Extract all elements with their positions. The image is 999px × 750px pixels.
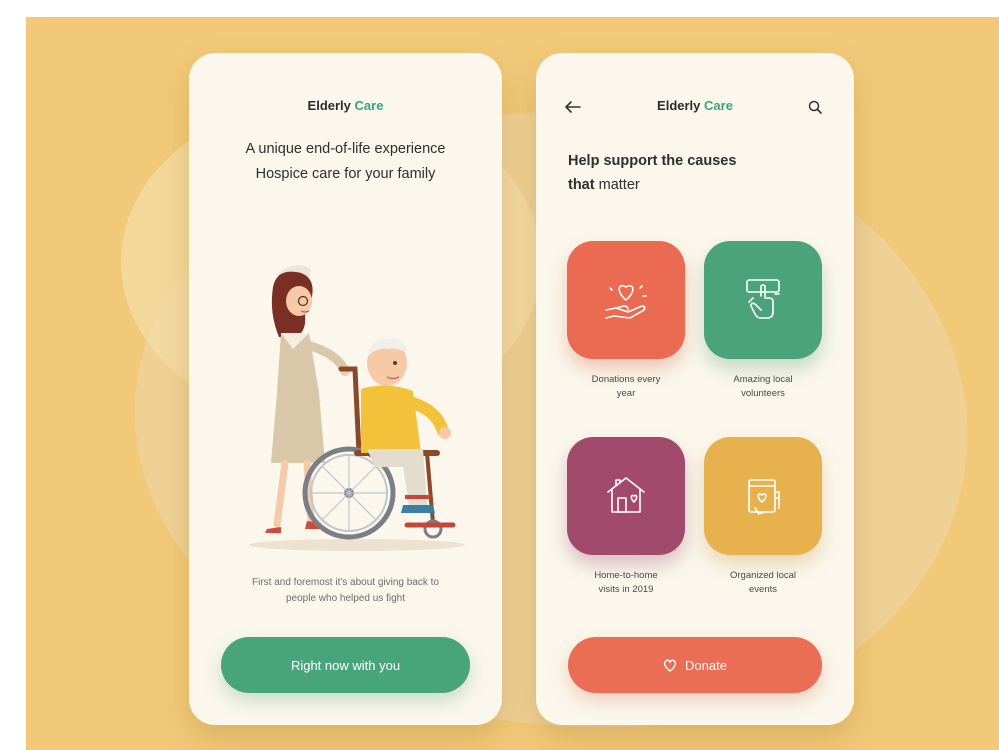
heart-in-hand-icon [605,284,647,319]
tagline-line-1: A unique end-of-life experience [245,141,446,157]
cause-label-line-2: year [616,388,636,399]
cause-label-line-2: volunteers [741,388,785,399]
cause-card-home-visits[interactable]: Home-to-home visits in 2019 [566,437,686,597]
headline-bold-word: that [568,177,595,193]
cause-tile[interactable] [567,241,685,359]
cause-tile[interactable] [567,437,685,555]
brand-name: Elderly [657,98,701,113]
causes-screen: Elderly Care Help support the causes tha… [536,53,854,725]
cause-tile[interactable] [704,241,822,359]
nurse-wheelchair-illustration [249,265,465,551]
cause-label-line-2: events [749,584,777,595]
footer-line-1: First and foremost it's about giving bac… [252,577,439,588]
donate-button[interactable]: Donate [568,637,822,693]
headline-line-2: that matter [568,173,798,197]
cause-label: Home-to-home visits in 2019 [566,569,686,597]
showcase-background: Elderly Care A unique end-of-life experi… [26,17,999,750]
brand-accent: Care [354,98,384,113]
cause-label-line-1: Donations every [591,374,661,385]
cause-label: Organized local events [703,569,823,597]
headline-light-word: matter [594,177,640,193]
cause-label-line-2: visits in 2019 [598,584,654,595]
hand-tap-icon [746,279,780,319]
cause-label-line-1: Organized local [729,570,796,581]
search-button[interactable] [804,96,826,118]
cause-label-line-1: Home-to-home [594,570,658,581]
header: Elderly Care [189,98,502,122]
page-headline: Help support the causes that matter [568,149,798,197]
cause-card-donations[interactable]: Donations every year [566,241,686,401]
search-icon [808,100,822,114]
brand-accent: Care [704,98,733,113]
brand-title: Elderly Care [189,98,502,113]
footer-line-2: people who helped us fight [286,593,405,604]
donate-label: Donate [685,657,727,673]
get-started-label: Right now with you [290,657,401,673]
tagline: A unique end-of-life experience Hospice … [189,137,502,187]
cause-label: Donations every year [566,373,686,401]
header: Elderly Care [536,98,854,122]
get-started-button[interactable]: Right now with you [221,637,470,693]
home-heart-icon [607,477,645,513]
onboarding-screen: Elderly Care A unique end-of-life experi… [189,53,502,725]
cause-label-line-1: Amazing local [733,374,793,385]
cause-label: Amazing local volunteers [703,373,823,401]
cause-tile[interactable] [704,437,822,555]
tagline-line-2: Hospice care for your family [255,166,436,182]
footer-text: First and foremost it's about giving bac… [225,575,466,607]
heart-outline-icon [663,659,677,672]
cause-card-events[interactable]: Organized local events [703,437,823,597]
headline-line-1: Help support the causes [568,153,737,169]
brand-name: Elderly [307,98,351,113]
cause-card-volunteers[interactable]: Amazing local volunteers [703,241,823,401]
calendar-heart-icon [748,479,780,515]
